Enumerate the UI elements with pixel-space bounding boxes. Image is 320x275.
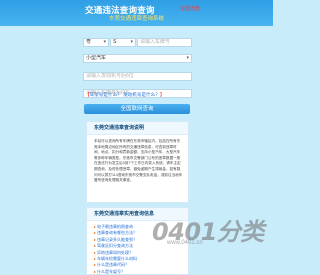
vin-help-link[interactable]: 车架号是什么？: [90, 92, 122, 97]
card-title: 东莞交通违章查询说明: [87, 122, 188, 135]
province-select[interactable]: 粤 ▾: [83, 38, 109, 47]
info-card-instructions: 东莞交通违章查询说明 本站可以查询所有车牌在东莞市辖区内，包括在所有东莞本地周边…: [86, 121, 189, 203]
vehicle-type-value: 小型汽车: [86, 55, 107, 61]
plate-number-input[interactable]: 请输入车牌号: [137, 38, 192, 47]
province-value: 粤: [86, 39, 92, 45]
list-item[interactable]: ▸什么是车架号？: [94, 269, 183, 275]
letter-select[interactable]: S ▾: [110, 38, 136, 47]
chevron-down-icon: ▾: [186, 55, 189, 61]
letter-value: S: [113, 39, 117, 45]
vehicle-type-select[interactable]: 小型汽车 ▾: [83, 54, 192, 63]
arrow-icon: ▸: [94, 256, 97, 262]
site-watermark-url: www.0401.cn: [167, 240, 203, 246]
arrow-icon: ▸: [94, 224, 97, 229]
arrow-icon: ▸: [94, 236, 97, 242]
engine-help-link[interactable]: 发动机号是什么？: [123, 92, 160, 97]
arrow-icon: ▸: [94, 268, 97, 274]
arrow-icon: ▸: [94, 230, 97, 236]
engine-placeholder: 请输入发动机号后6位: [86, 73, 134, 79]
card-body-text: 本站可以查询所有车牌在东莞市辖区内，包括在所有东莞本地周边地区所有的交通违章信息…: [94, 139, 183, 183]
plate-placeholder: 请输入车牌号: [140, 39, 171, 45]
arrow-icon: ▸: [94, 243, 97, 249]
arrow-icon: ▸: [94, 262, 97, 268]
help-links: 【车架号是什么？ 发动机号是什么？】: [85, 92, 164, 98]
chevron-down-icon: ▾: [130, 39, 133, 45]
chevron-down-icon: ▾: [103, 39, 106, 45]
query-submit-button[interactable]: 全国联网查询: [84, 104, 190, 114]
page-subtitle: 东莞交通违章查询系统: [108, 16, 164, 22]
title-tag: 全国通查: [180, 6, 201, 12]
page-header: 交通违法查询查询 全国通查 东莞交通违章查询系统: [0, 0, 273, 26]
query-form: 粤 ▾ S ▾ 请输入车牌号 小型汽车 ▾ 请输入发动机号后6位 请输入车架号后…: [78, 33, 195, 115]
arrow-icon: ▸: [94, 249, 97, 255]
help-suffix: 】: [159, 92, 165, 97]
engine-number-input[interactable]: 请输入发动机号后6位: [83, 72, 192, 81]
